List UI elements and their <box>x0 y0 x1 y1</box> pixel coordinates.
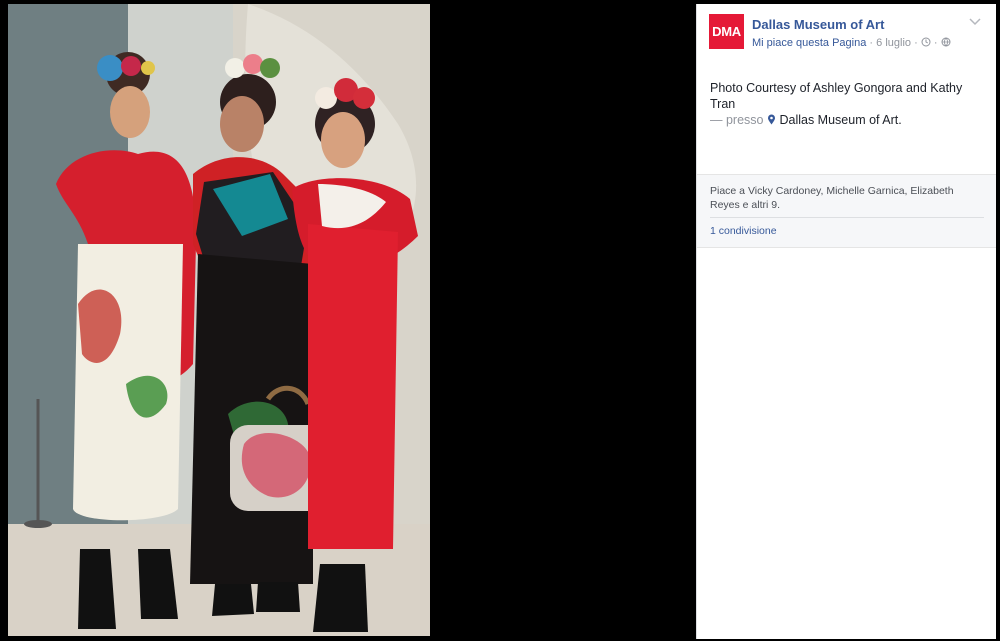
chevron-down-icon[interactable] <box>969 18 981 26</box>
divider <box>710 217 984 218</box>
photo-viewer: DMA Dallas Museum of Art Mi piace questa… <box>0 0 1000 641</box>
globe-icon[interactable] <box>941 37 951 47</box>
reaction-summary: Piace a Vicky Cardoney, Michelle Garnica… <box>697 174 996 248</box>
location-prefix: — presso <box>710 113 764 127</box>
location-line: — presso Dallas Museum of Art. <box>710 112 984 128</box>
page-name-link[interactable]: Dallas Museum of Art <box>752 17 884 32</box>
meta-separator: · <box>914 37 921 49</box>
likes-text[interactable]: Piace a Vicky Cardoney, Michelle Garnica… <box>710 184 982 212</box>
post-text: Photo Courtesy of Ashley Gongora and Kat… <box>710 81 963 111</box>
photo-area[interactable] <box>0 0 696 641</box>
post-date[interactable]: 6 luglio <box>876 37 911 49</box>
clock-icon <box>921 37 931 47</box>
photo-illustration <box>8 4 430 636</box>
post-sidebar: DMA Dallas Museum of Art Mi piace questa… <box>696 4 996 639</box>
post-header: DMA Dallas Museum of Art Mi piace questa… <box>709 14 985 54</box>
page-logo[interactable]: DMA <box>709 14 744 49</box>
post-photo[interactable] <box>8 4 430 636</box>
post-meta: Mi piace questa Pagina · 6 luglio · · <box>752 37 951 49</box>
meta-separator: · <box>933 37 941 49</box>
location-pin-icon <box>767 114 775 125</box>
like-page-link[interactable]: Mi piace questa Pagina <box>752 37 866 49</box>
location-link[interactable]: Dallas Museum of Art. <box>779 113 901 127</box>
shares-link[interactable]: 1 condivisione <box>710 225 777 237</box>
post-message: Photo Courtesy of Ashley Gongora and Kat… <box>710 80 984 128</box>
